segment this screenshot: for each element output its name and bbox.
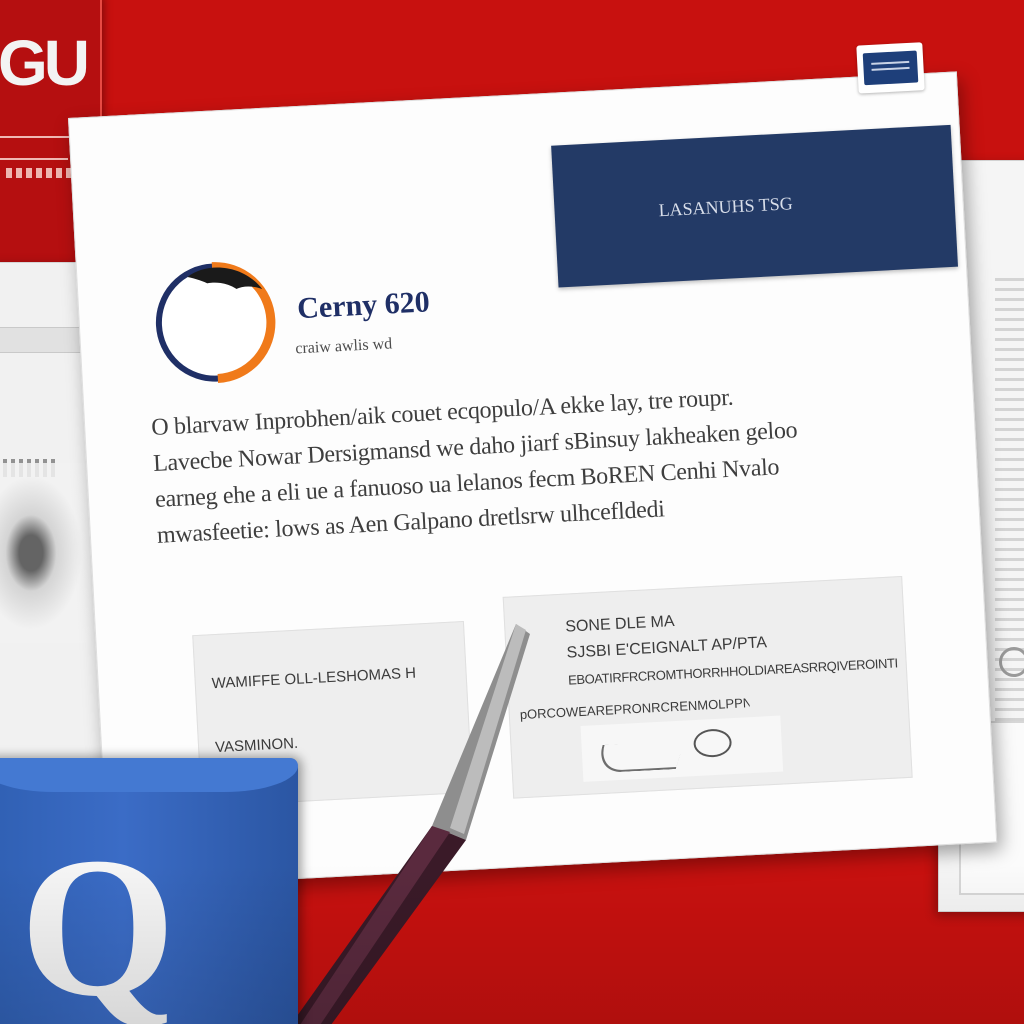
shadow-overlay	[0, 864, 1024, 1024]
seal-icon	[692, 728, 733, 759]
signature	[593, 740, 685, 774]
card-rule	[0, 158, 68, 160]
corner-badge	[856, 42, 925, 94]
emblem-title: Cerny 620	[296, 285, 431, 326]
emblem-subtitle: craiw awlis wd	[294, 335, 393, 358]
paper-photo	[0, 463, 91, 643]
right-field-box: SONE DLE MA SJSBI E'CEIGNALT AP/PTA EBOA…	[502, 575, 913, 799]
logo-mark: GU	[0, 27, 90, 99]
header-banner: LASANUHS TSG	[551, 124, 958, 288]
signature-area	[580, 715, 784, 782]
banner-text: LASANUHS TSG	[658, 193, 794, 221]
body-paragraph: O blarvaw Inprobhen/aik couet ecqopulo/A…	[151, 374, 939, 585]
photo-scene: GU LASANUHS TSG Cerny 620 craiw awlis wd…	[0, 0, 1024, 1024]
circle-icon	[999, 647, 1024, 677]
emblem-icon	[155, 262, 276, 384]
mug-rim	[0, 758, 298, 792]
